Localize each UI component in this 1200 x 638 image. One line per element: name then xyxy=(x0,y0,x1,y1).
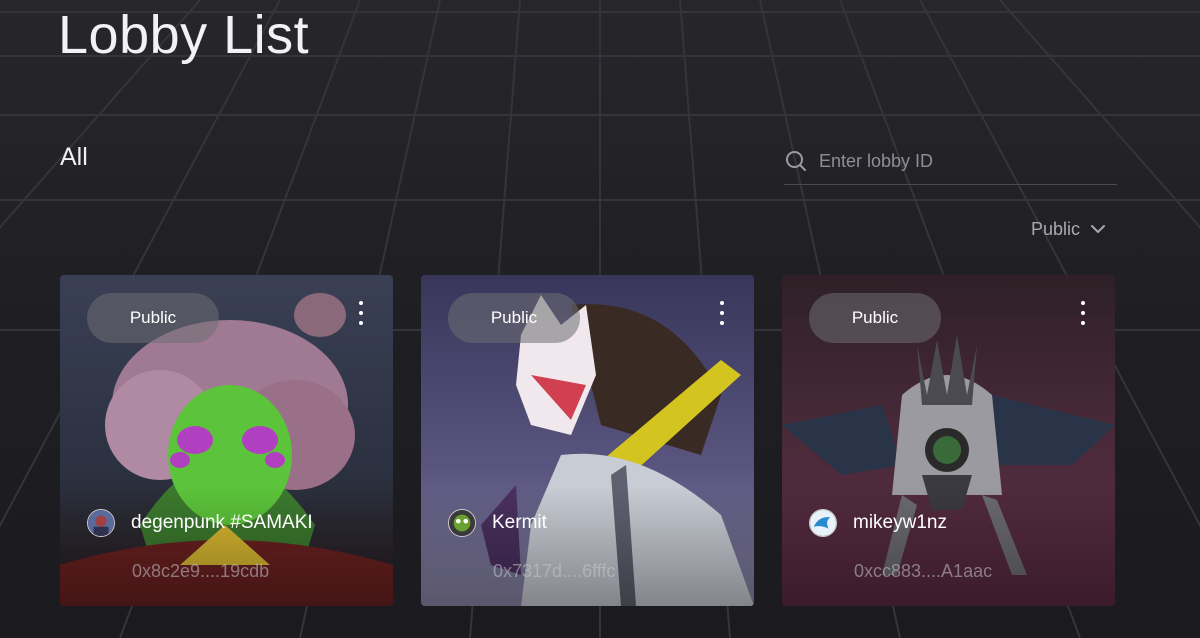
avatar xyxy=(87,509,115,537)
avatar xyxy=(809,509,837,537)
owner-address: 0x7317d....6fffc xyxy=(493,561,616,581)
lobby-owner: degenpunk #SAMAKI xyxy=(87,509,313,537)
more-options-button[interactable] xyxy=(355,301,367,325)
page-title: Lobby List xyxy=(58,5,310,65)
owner-address: 0x8c2e9....19cdb xyxy=(132,561,270,581)
owner-name: mikeyw1nz xyxy=(853,512,947,533)
visibility-dropdown[interactable]: Public xyxy=(1031,216,1106,242)
chevron-down-icon xyxy=(1091,225,1106,233)
visibility-selected: Public xyxy=(1031,218,1081,239)
lobby-owner: mikeyw1nz xyxy=(809,509,947,537)
lobby-owner: Kermit xyxy=(448,509,547,537)
lobby-card[interactable]: Public mikeyw1nz 0xcc883....A1aac xyxy=(782,275,1115,606)
visibility-badge: Public xyxy=(809,293,941,343)
lobby-id-input[interactable] xyxy=(819,150,1099,172)
more-options-button[interactable] xyxy=(716,301,728,325)
lobby-search[interactable] xyxy=(784,138,1117,185)
visibility-badge: Public xyxy=(87,293,219,343)
owner-name: Kermit xyxy=(492,512,547,533)
lobby-card[interactable]: Public degenpunk #SAMAKI 0x8c2e9....19cd… xyxy=(60,275,393,606)
owner-name: degenpunk #SAMAKI xyxy=(131,512,313,533)
visibility-badge: Public xyxy=(448,293,580,343)
more-options-button[interactable] xyxy=(1077,301,1089,325)
avatar xyxy=(448,509,476,537)
owner-address: 0xcc883....A1aac xyxy=(854,561,993,581)
filter-all-tab[interactable]: All xyxy=(60,143,88,172)
search-icon xyxy=(786,151,806,171)
lobby-card[interactable]: Public Kermit 0x7317d....6fffc xyxy=(421,275,754,606)
